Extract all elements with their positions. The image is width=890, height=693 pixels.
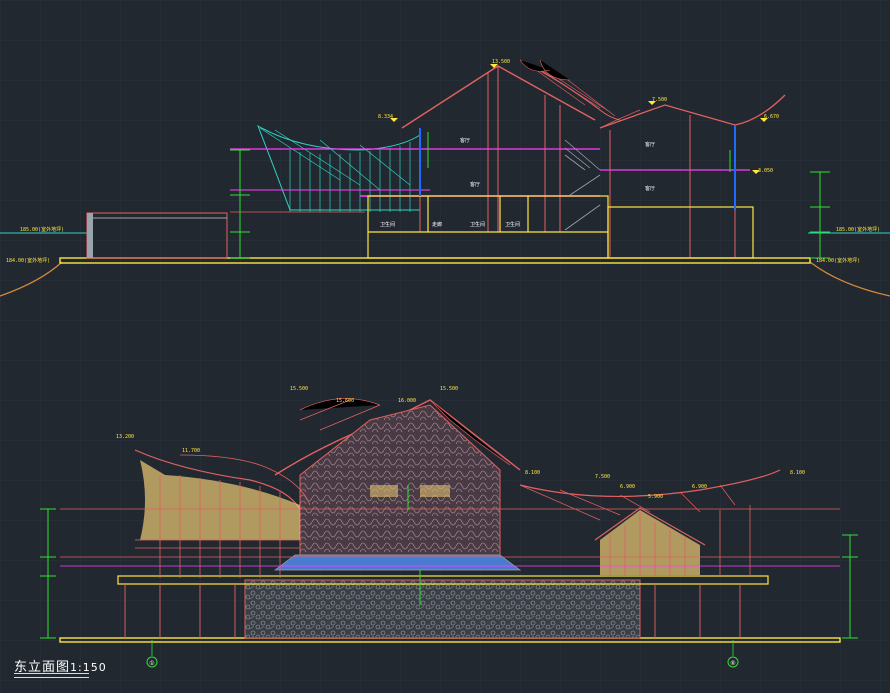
section-level-ridge: 13.500 <box>492 59 510 65</box>
section-level-right-eave: 6.670 <box>764 114 779 120</box>
room-label: 走廊 <box>432 221 442 228</box>
room-label: 客厅 <box>645 141 655 148</box>
elev-level-left-eave: 13.200 <box>116 434 134 440</box>
stone-plinth <box>244 579 641 639</box>
room-label: 卫生间 <box>470 221 485 228</box>
elev-level-top-right: 15.500 <box>440 386 458 392</box>
axis-label-right: ⑥ <box>730 660 735 667</box>
axis-label-left: ① <box>149 660 154 667</box>
cad-drawing-canvas[interactable]: 13.500 8.334 7.500 6.670 3.050 185.00(室外… <box>0 0 890 693</box>
section-level-base-left: 184.00(室外地坪) <box>6 257 50 264</box>
section-level-ground-left: 185.00(室外地坪) <box>20 226 64 233</box>
section-level-left-eave: 8.334 <box>378 114 393 120</box>
room-label: 客厅 <box>460 137 470 144</box>
section-level-ground-right: 185.00(室外地坪) <box>836 226 880 233</box>
title-underline <box>14 673 89 678</box>
section-level-right-ridge: 7.500 <box>652 97 667 103</box>
room-label: 客厅 <box>470 181 480 188</box>
section-level-right-floor: 3.050 <box>758 168 773 174</box>
elev-level-right-6: 8.100 <box>790 470 805 476</box>
room-label: 卫生间 <box>505 221 520 228</box>
elev-level-right-1: 8.100 <box>525 470 540 476</box>
elev-level-left-roof: 11.700 <box>182 448 200 454</box>
elev-level-top-mid: 15.600 <box>336 398 354 404</box>
elev-level-top-left: 15.500 <box>290 386 308 392</box>
elev-level-top-center: 16.000 <box>398 398 416 404</box>
elev-level-right-4: 5.900 <box>648 494 663 500</box>
elevation-title: 东立面图1:150 <box>14 656 107 678</box>
section-level-base-right: 184.00(室外地坪) <box>816 257 860 264</box>
room-label: 客厅 <box>645 185 655 192</box>
room-label: 卫生间 <box>380 221 395 228</box>
elev-level-right-2: 7.500 <box>595 474 610 480</box>
elev-level-right-3: 6.900 <box>620 484 635 490</box>
elev-level-right-5: 6.900 <box>692 484 707 490</box>
